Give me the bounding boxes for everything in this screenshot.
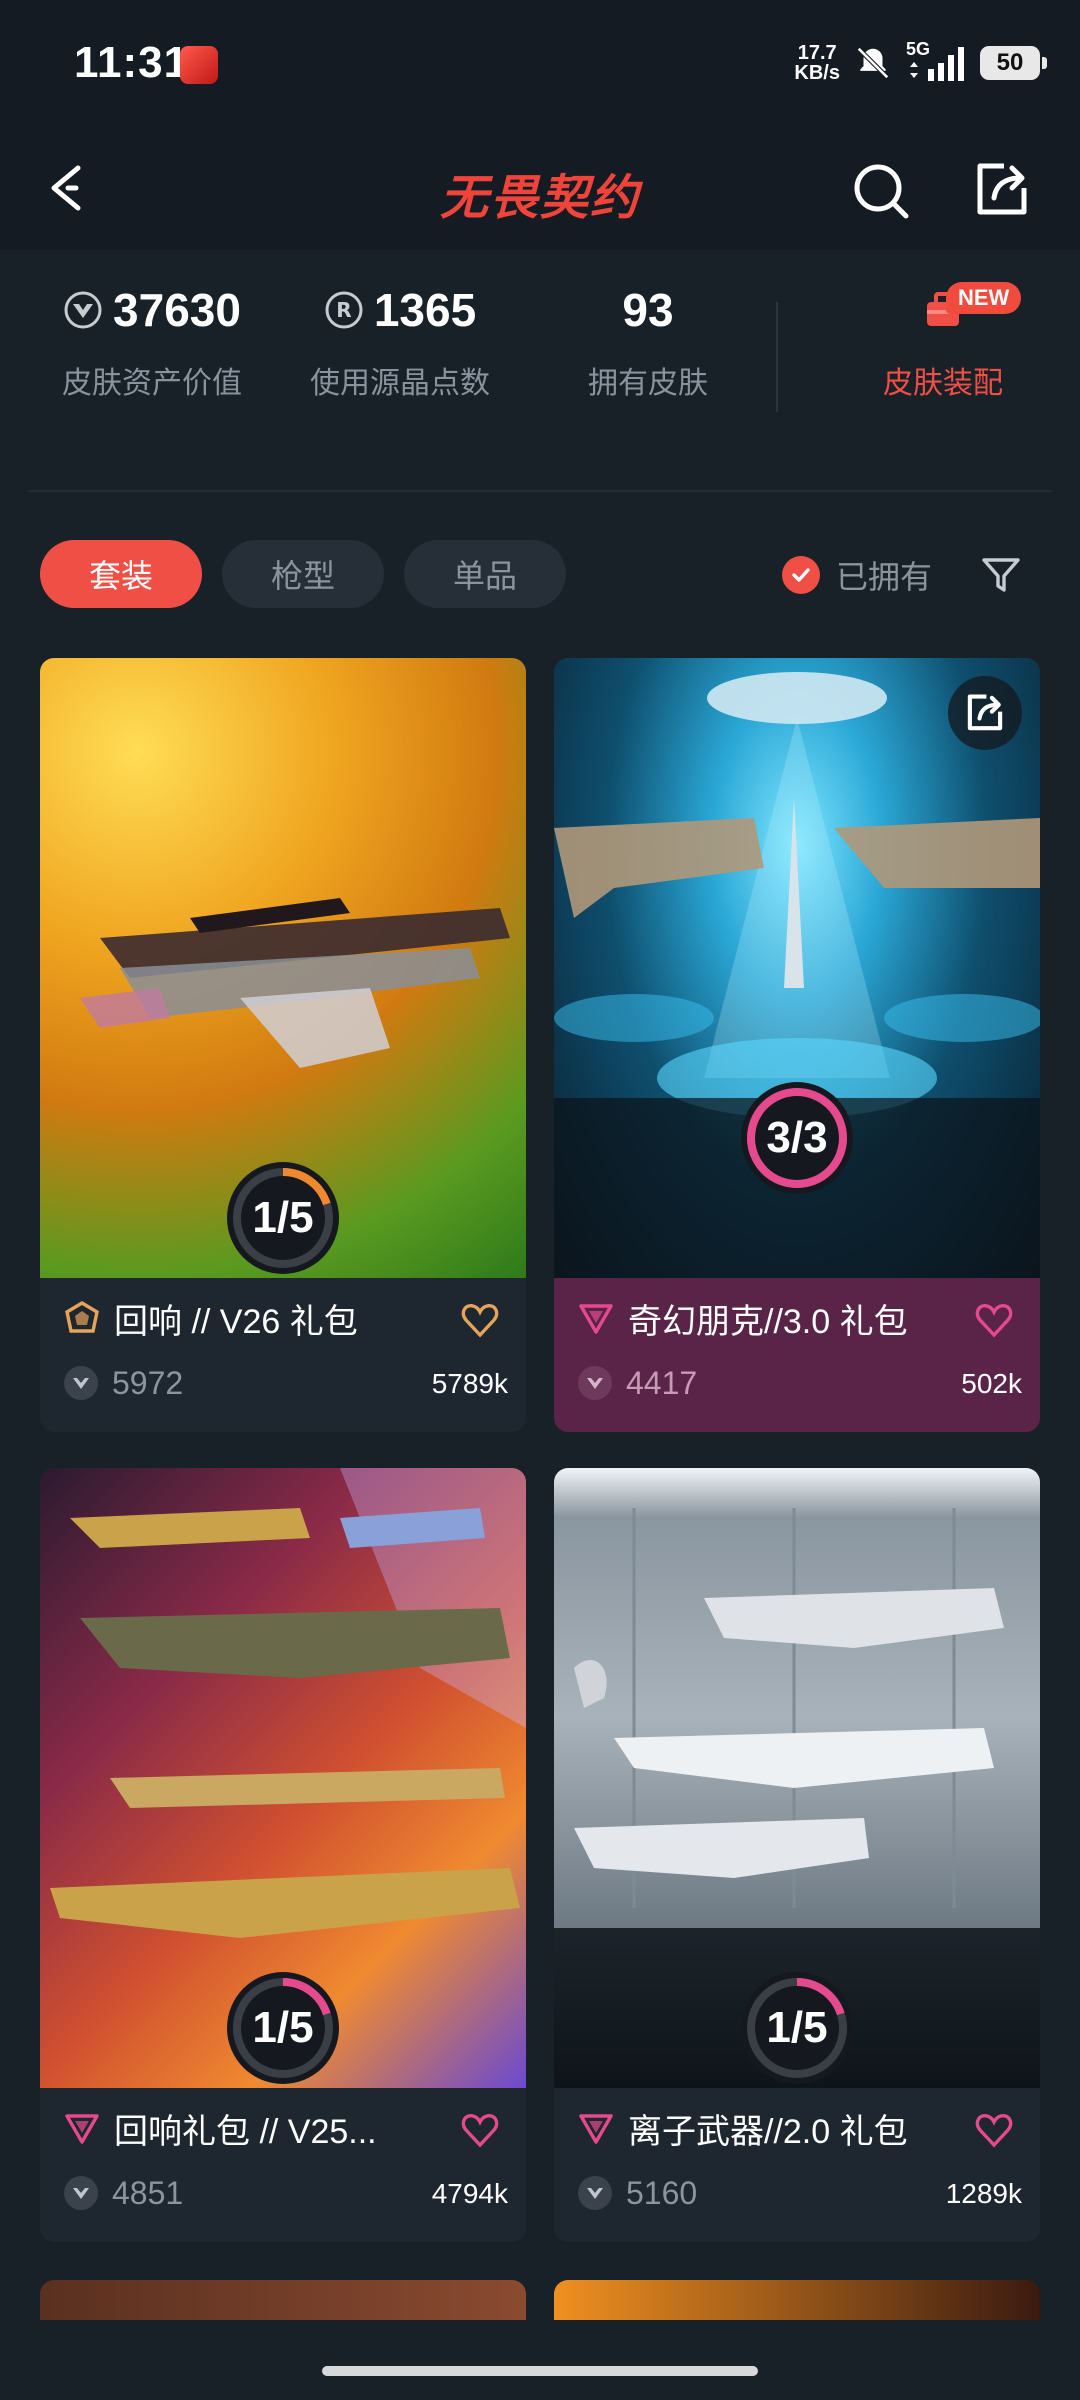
net-speed-unit: KB/s: [794, 62, 840, 84]
exclusive-tier-icon: [65, 2114, 99, 2144]
stat-value: 37630: [113, 284, 241, 336]
deluxe-tier-icon: [65, 1301, 99, 1333]
collection-progress: 1/5: [223, 1158, 343, 1278]
vp-currency-icon: [64, 2176, 98, 2210]
checkbox-checked-icon: [782, 556, 820, 594]
vp-currency-icon: [578, 1366, 612, 1400]
bundle-name: 离子武器//2.0 礼包: [628, 2112, 908, 2151]
bundle-title: 离子武器//2.0 礼包: [578, 2100, 1018, 2156]
stat-label: 皮肤资产价值: [62, 367, 242, 400]
stat-label: 拥有皮肤: [588, 367, 708, 400]
home-indicator[interactable]: [322, 2366, 758, 2376]
like-count: 502k: [961, 1368, 1022, 1399]
share-icon[interactable]: [970, 158, 1034, 222]
signal-icon: [910, 47, 964, 81]
favorite-heart-icon[interactable]: [460, 1300, 500, 1340]
search-icon[interactable]: [850, 160, 914, 224]
vp-currency-icon: [578, 2176, 612, 2210]
stat-value: 93: [622, 284, 674, 336]
bundle-price: 4417: [578, 1358, 1018, 1408]
collection-progress: 1/5: [737, 1968, 857, 2088]
bundle-card[interactable]: 1/5 回响 // V26 礼包 5972 5789k: [40, 658, 526, 1432]
status-time: 11:31: [74, 38, 190, 87]
stat-owned-skins: 93 拥有皮肤: [538, 280, 758, 402]
price-value: 5160: [626, 2174, 698, 2211]
price-value: 4417: [626, 1364, 698, 1401]
owned-toggle[interactable]: 已拥有: [782, 552, 932, 598]
page-title: 无畏契约: [439, 172, 640, 225]
app-notification-icon: [180, 46, 218, 84]
bundle-card-partial[interactable]: [554, 2280, 1040, 2320]
collection-progress: 3/3: [737, 1078, 857, 1198]
price-value: 5972: [112, 1364, 184, 1401]
bundle-card[interactable]: 1/5 离子武器//2.0 礼包 5160 1289k: [554, 1468, 1040, 2242]
bundle-title: 回响礼包 // V25...: [64, 2100, 504, 2156]
divider: [28, 490, 1052, 492]
net-speed-value: 17.7: [797, 42, 837, 64]
stat-label: 使用源晶点数: [310, 367, 490, 400]
favorite-heart-icon[interactable]: [974, 2110, 1014, 2150]
bundle-card-partial[interactable]: [40, 2280, 526, 2320]
stats-row: 37630 皮肤资产价值 R 1365 使用源晶点数 93 拥有皮肤 NEW 皮…: [28, 280, 1052, 430]
progress-text: 1/5: [766, 2003, 828, 2052]
progress-text: 1/5: [252, 1193, 314, 1242]
bundle-name: 回响 // V26 礼包: [114, 1302, 358, 1341]
exclusive-tier-icon: [579, 1304, 613, 1334]
new-badge: NEW: [946, 282, 1022, 314]
bundle-name: 奇幻朋克//3.0 礼包: [628, 1302, 908, 1341]
nav-bar-area: [0, 2320, 1080, 2400]
bundle-name: 回响礼包 // V25...: [114, 2112, 377, 2151]
stat-asset-value: 37630 皮肤资产价值: [42, 280, 262, 402]
owned-label: 已拥有: [836, 559, 933, 595]
battery-icon: 50: [980, 46, 1047, 80]
network-indicator: 5G: [906, 39, 966, 83]
price-value: 4851: [112, 2174, 184, 2211]
exclusive-tier-icon: [579, 2114, 613, 2144]
stat-radianite: R 1365 使用源晶点数: [290, 280, 510, 402]
bundle-title: 奇幻朋克//3.0 礼包: [578, 1290, 1018, 1346]
like-count: 5789k: [431, 1368, 508, 1399]
share-icon[interactable]: [948, 676, 1022, 750]
bundle-title: 回响 // V26 礼包: [64, 1290, 504, 1346]
svg-text:R: R: [336, 298, 351, 322]
net-speed: 17.7 KB/s: [794, 43, 840, 83]
mute-bell-icon: [857, 47, 889, 79]
like-count: 1289k: [945, 2178, 1022, 2209]
bundle-card[interactable]: 3/3 奇幻朋克//3.0 礼包 4417 502k: [554, 658, 1040, 1432]
like-count: 4794k: [431, 2178, 508, 2209]
vp-currency-icon: [64, 1366, 98, 1400]
filter-funnel-icon[interactable]: [980, 554, 1022, 596]
collection-progress: 1/5: [223, 1968, 343, 2088]
tab-weapon-type[interactable]: 枪型: [222, 540, 384, 608]
status-right: 17.7 KB/s 5G 50: [794, 38, 1047, 88]
filter-bar: 套装 枪型 单品 已拥有: [40, 540, 1050, 612]
top-bar: 无畏契约: [0, 120, 1080, 250]
progress-text: 1/5: [252, 2003, 314, 2052]
divider: [776, 302, 778, 412]
bundle-card[interactable]: 1/5 回响礼包 // V25... 4851 4794k: [40, 1468, 526, 2242]
status-bar: 11:31 17.7 KB/s 5G 50: [0, 0, 1080, 120]
tab-bundle[interactable]: 套装: [40, 540, 202, 608]
stat-value: 1365: [373, 284, 477, 336]
vp-currency-icon: [64, 291, 102, 329]
skin-equip-label: 皮肤装配: [883, 367, 1003, 400]
progress-text: 3/3: [766, 1113, 828, 1162]
favorite-heart-icon[interactable]: [974, 1300, 1014, 1340]
radianite-icon: R: [325, 291, 363, 329]
favorite-heart-icon[interactable]: [460, 2110, 500, 2150]
skin-equip-button[interactable]: NEW 皮肤装配: [818, 280, 1068, 402]
tab-single-item[interactable]: 单品: [404, 540, 566, 608]
